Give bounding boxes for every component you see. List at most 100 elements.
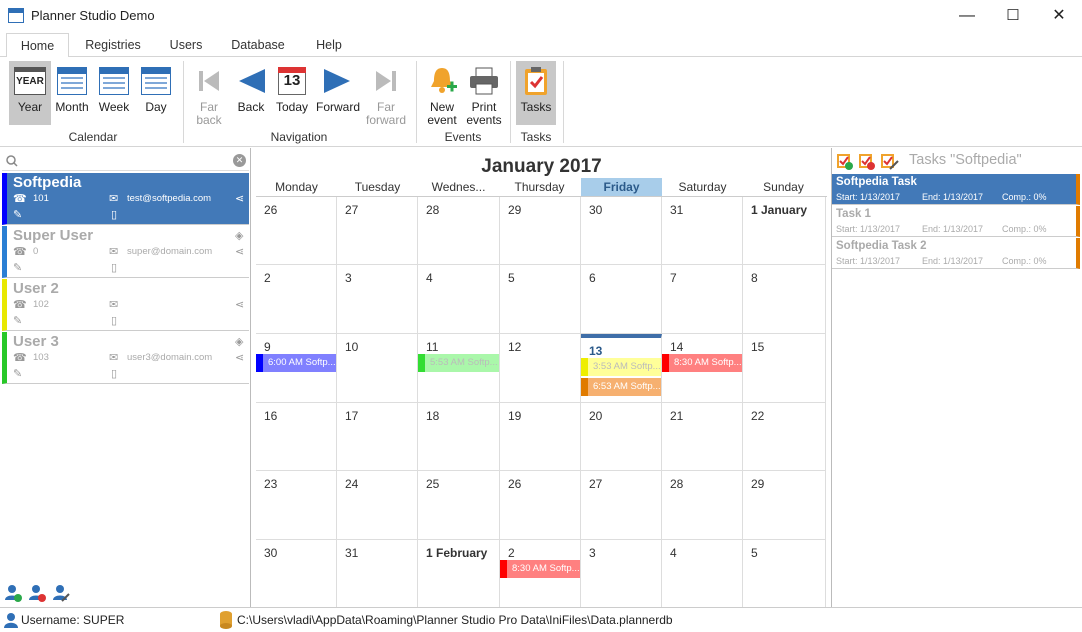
- day-cell[interactable]: 3: [581, 540, 662, 608]
- day-cell[interactable]: 2: [256, 265, 337, 334]
- day-cell[interactable]: 29: [743, 471, 826, 540]
- day-cell[interactable]: 17: [337, 403, 418, 471]
- far-back-button[interactable]: Far back: [188, 61, 230, 127]
- clear-search-icon[interactable]: ✕: [233, 154, 246, 167]
- day-cell[interactable]: 31: [337, 540, 418, 608]
- day-cell[interactable]: 12: [500, 334, 581, 403]
- user-list-item[interactable]: Softpedia ☎ 101 ✉ test@softpedia.com ✎ ▯…: [2, 173, 249, 225]
- user-list-item[interactable]: User 3 ☎ 103 ✉ user3@domain.com ✎ ▯ ◈ ⋖: [2, 332, 249, 384]
- print-events-button[interactable]: Print events: [464, 61, 504, 127]
- calendar-event[interactable]: 6:00 AM Softp...: [256, 354, 336, 372]
- separator: [416, 61, 417, 143]
- day-cell[interactable]: 4: [662, 540, 743, 608]
- day-cell[interactable]: 31: [662, 197, 743, 265]
- day-cell[interactable]: 4: [418, 265, 500, 334]
- user-list-item[interactable]: User 2 ☎ 102 ✉ ✎ ▯ ⋖: [2, 279, 249, 331]
- year-button[interactable]: YEAR Year: [9, 61, 51, 125]
- back-button[interactable]: Back: [232, 61, 270, 125]
- tab-home[interactable]: Home: [6, 33, 69, 58]
- weekday-header: Monday: [275, 180, 318, 194]
- day-cell[interactable]: 7: [662, 265, 743, 334]
- week-button[interactable]: Week: [94, 61, 134, 125]
- add-user-icon[interactable]: [4, 584, 22, 602]
- navigation-group-label: Navigation: [270, 130, 328, 144]
- day-cell[interactable]: 2 8:30 AM Softp...: [500, 540, 581, 608]
- day-cell[interactable]: 9 6:00 AM Softp...: [256, 334, 337, 403]
- tasks-button[interactable]: Tasks: [516, 61, 556, 125]
- day-number: 28: [426, 203, 440, 217]
- day-button[interactable]: Day: [136, 61, 176, 125]
- close-button[interactable]: ✕: [1036, 0, 1082, 31]
- ribbon-tabs: Home Registries Users Database Help: [0, 33, 1082, 58]
- task-item[interactable]: Softpedia Task 2 Start: 1/13/2017 End: 1…: [832, 238, 1080, 269]
- calendar-event[interactable]: 8:30 AM Softp...: [500, 560, 580, 578]
- day-cell[interactable]: 1 January: [743, 197, 826, 265]
- day-cell[interactable]: 27: [581, 471, 662, 540]
- share-icon[interactable]: ⋖: [235, 298, 244, 311]
- user-search-input[interactable]: ✕: [2, 151, 249, 171]
- calendar-event[interactable]: 8:30 AM Softp...: [662, 354, 742, 372]
- forward-button[interactable]: Forward: [314, 61, 362, 125]
- day-cell[interactable]: 8: [743, 265, 826, 334]
- month-button[interactable]: Month: [52, 61, 92, 125]
- tab-database[interactable]: Database: [228, 33, 288, 57]
- add-task-icon[interactable]: [836, 152, 854, 170]
- day-cell[interactable]: 20: [581, 403, 662, 471]
- share-icon[interactable]: ⋖: [235, 192, 244, 205]
- minimize-button[interactable]: —: [944, 0, 990, 31]
- day-cell[interactable]: 10: [337, 334, 418, 403]
- day-cell[interactable]: 23: [256, 471, 337, 540]
- edit-user-icon[interactable]: [52, 584, 70, 602]
- day-cell[interactable]: 15: [743, 334, 826, 403]
- tab-users[interactable]: Users: [165, 33, 207, 57]
- delete-user-icon[interactable]: [28, 584, 46, 602]
- day-number: 30: [589, 203, 603, 217]
- day-cell[interactable]: 30: [581, 197, 662, 265]
- day-cell[interactable]: 29: [500, 197, 581, 265]
- day-cell[interactable]: 18: [418, 403, 500, 471]
- user-list-item[interactable]: Super User ☎ 0 ✉ super@domain.com ✎ ▯ ◈ …: [2, 226, 249, 278]
- day-cell[interactable]: 26: [256, 197, 337, 265]
- task-item[interactable]: Softpedia Task Start: 1/13/2017 End: 1/1…: [832, 174, 1080, 205]
- day-number: 2: [508, 546, 515, 560]
- calendar-event[interactable]: 5:53 AM Softp...: [418, 354, 499, 372]
- day-cell[interactable]: 22: [743, 403, 826, 471]
- day-cell[interactable]: 21: [662, 403, 743, 471]
- event-color-bar: [581, 378, 588, 396]
- day-cell[interactable]: 5: [743, 540, 826, 608]
- day-cell[interactable]: 24: [337, 471, 418, 540]
- day-cell[interactable]: 14 8:30 AM Softp...: [662, 334, 743, 403]
- day-cell[interactable]: 5: [500, 265, 581, 334]
- day-cell[interactable]: 6: [581, 265, 662, 334]
- delete-task-icon[interactable]: [858, 152, 876, 170]
- mail-icon: ✉: [109, 193, 119, 205]
- share-icon[interactable]: ⋖: [235, 351, 244, 364]
- tab-registries[interactable]: Registries: [82, 33, 144, 57]
- share-icon[interactable]: ⋖: [235, 245, 244, 258]
- day-cell[interactable]: 19: [500, 403, 581, 471]
- app-icon: [8, 8, 24, 23]
- day-cell[interactable]: 3: [337, 265, 418, 334]
- today-button[interactable]: 13 Today: [273, 61, 311, 125]
- edit-task-icon[interactable]: [880, 152, 900, 170]
- day-cell[interactable]: 27: [337, 197, 418, 265]
- day-cell[interactable]: 26: [500, 471, 581, 540]
- day-cell[interactable]: 11 5:53 AM Softp...: [418, 334, 500, 403]
- far-forward-button[interactable]: Far forward: [364, 61, 408, 127]
- new-event-button[interactable]: New event: [422, 61, 462, 127]
- day-cell[interactable]: 28: [662, 471, 743, 540]
- separator: [510, 61, 511, 143]
- edit-icon: ✎: [13, 262, 23, 274]
- day-cell[interactable]: 16: [256, 403, 337, 471]
- day-number: 26: [264, 203, 278, 217]
- maximize-button[interactable]: ☐: [990, 0, 1036, 31]
- tab-help[interactable]: Help: [310, 33, 348, 57]
- day-cell[interactable]: 25: [418, 471, 500, 540]
- day-cell[interactable]: 1 February: [418, 540, 500, 608]
- calendar-event[interactable]: 3:53 AM Softp...: [581, 358, 661, 376]
- day-cell[interactable]: 13 3:53 AM Softp... 6:53 AM Softp...: [581, 334, 662, 403]
- day-cell[interactable]: 30: [256, 540, 337, 608]
- calendar-event[interactable]: 6:53 AM Softp...: [581, 378, 661, 396]
- task-item[interactable]: Task 1 Start: 1/13/2017 End: 1/13/2017 C…: [832, 206, 1080, 237]
- day-cell[interactable]: 28: [418, 197, 500, 265]
